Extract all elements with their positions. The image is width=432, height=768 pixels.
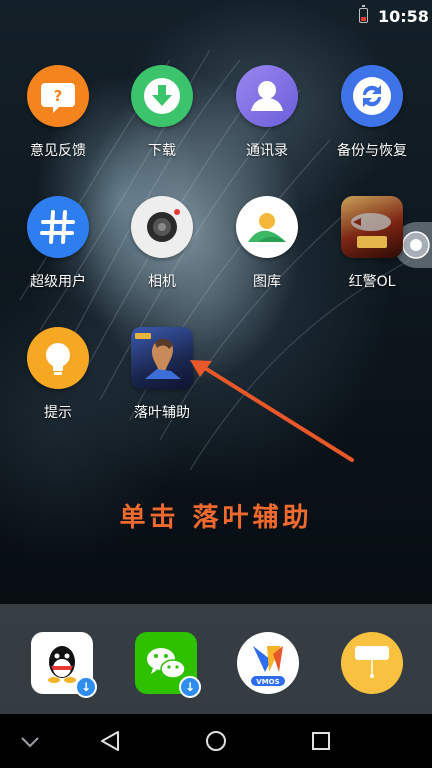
hash-icon — [27, 196, 89, 258]
camera-icon — [131, 196, 193, 258]
app-download[interactable]: 下载 — [110, 65, 214, 165]
app-luoye-helper[interactable]: 落叶辅助 — [110, 327, 214, 427]
app-superuser[interactable]: 超级用户 — [6, 196, 110, 296]
app-label: 超级用户 — [30, 274, 86, 290]
dock-app-qq[interactable]: ↓ — [31, 632, 97, 698]
feedback-icon: ? — [27, 65, 89, 127]
dock-app-wechat[interactable]: ↓ — [135, 632, 201, 698]
backup-icon — [341, 65, 403, 127]
app-label: 备份与恢复 — [337, 143, 407, 159]
app-contacts[interactable]: 通讯录 — [215, 65, 319, 165]
red-alert-game-icon — [341, 196, 403, 258]
luoye-helper-app-icon — [131, 327, 193, 389]
app-red-alert-ol[interactable]: 红警OL — [320, 196, 424, 296]
dock-app-notes[interactable] — [341, 632, 403, 694]
app-label: 相机 — [148, 274, 176, 290]
home-icon[interactable] — [196, 724, 236, 758]
app-camera[interactable]: 相机 — [110, 196, 214, 296]
battery-low-icon — [359, 5, 368, 23]
status-bar: 10:58 — [0, 0, 432, 32]
vmos-brand-text: VMOS — [256, 678, 279, 686]
app-label: 提示 — [44, 405, 72, 421]
download-icon — [131, 65, 193, 127]
status-time: 10:58 — [378, 7, 429, 26]
instruction-text: 单击 落叶辅助 — [119, 503, 313, 533]
contacts-icon — [236, 65, 298, 127]
app-gallery[interactable]: 图库 — [215, 196, 319, 296]
app-label: 红警OL — [348, 274, 396, 290]
app-label: 图库 — [253, 274, 281, 290]
app-label: 下载 — [148, 143, 176, 159]
lightbulb-icon — [27, 327, 89, 389]
chevron-down-icon[interactable] — [10, 724, 50, 758]
dock: ↓ ↓ VMOS — [0, 604, 432, 714]
dock-app-vmos[interactable]: VMOS — [237, 632, 299, 694]
app-label: 意见反馈 — [30, 143, 86, 159]
download-badge-icon: ↓ — [179, 676, 201, 698]
gallery-icon — [236, 196, 298, 258]
vmos-icon: VMOS — [237, 632, 299, 694]
app-label: 通讯录 — [246, 143, 288, 159]
back-icon[interactable] — [90, 724, 130, 758]
app-backup-restore[interactable]: 备份与恢复 — [320, 65, 424, 165]
navigation-bar — [0, 714, 432, 768]
app-label: 落叶辅助 — [134, 405, 190, 421]
recents-icon[interactable] — [301, 724, 341, 758]
download-badge-icon: ↓ — [75, 676, 97, 698]
notes-icon — [341, 632, 403, 694]
app-feedback[interactable]: ? 意见反馈 — [6, 65, 110, 165]
svg-text:?: ? — [54, 87, 63, 105]
app-tips[interactable]: 提示 — [6, 327, 110, 427]
